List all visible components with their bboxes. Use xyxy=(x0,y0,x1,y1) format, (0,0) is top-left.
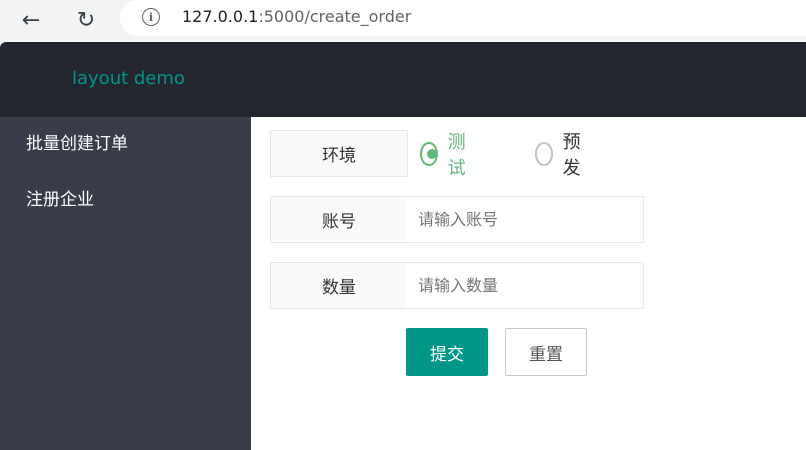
radio-label-staging[interactable]: 预发 xyxy=(563,128,587,180)
quantity-input[interactable] xyxy=(406,262,644,309)
account-input[interactable] xyxy=(406,196,644,243)
radio-label-test[interactable]: 测试 xyxy=(448,128,472,180)
account-label: 账号 xyxy=(270,196,408,243)
info-icon[interactable]: i xyxy=(142,8,160,26)
url-path: :5000/create_order xyxy=(258,7,412,26)
submit-button[interactable]: 提交 xyxy=(406,328,488,376)
browser-toolbar: ← ↻ i 127.0.0.1:5000/create_order xyxy=(0,0,806,42)
sidebar: 批量创建订单 注册企业 xyxy=(0,117,251,450)
environment-label: 环境 xyxy=(270,130,408,177)
radio-unchecked-icon[interactable] xyxy=(535,142,553,166)
radio-option-staging[interactable]: 预发 xyxy=(535,132,587,179)
radio-dot xyxy=(427,149,437,159)
app-header: layout demo xyxy=(0,42,806,117)
quantity-label: 数量 xyxy=(270,262,408,309)
sidebar-item-register-company[interactable]: 注册企业 xyxy=(26,189,94,211)
back-arrow-icon[interactable]: ← xyxy=(16,6,46,36)
reset-button[interactable]: 重置 xyxy=(505,328,587,376)
reload-icon[interactable]: ↻ xyxy=(71,6,101,36)
address-bar[interactable]: i 127.0.0.1:5000/create_order xyxy=(120,0,806,36)
url-host: 127.0.0.1 xyxy=(182,7,259,26)
account-row: 账号 xyxy=(270,196,644,243)
logo[interactable]: layout demo xyxy=(72,68,185,90)
main-content: 环境 测试 预发 账号 数量 提交 重置 xyxy=(251,117,806,450)
url-text[interactable]: 127.0.0.1:5000/create_order xyxy=(182,7,411,27)
quantity-row: 数量 xyxy=(270,262,644,309)
sidebar-item-batch-create-orders[interactable]: 批量创建订单 xyxy=(26,133,128,155)
radio-checked-icon[interactable] xyxy=(420,142,438,166)
radio-option-test[interactable]: 测试 xyxy=(420,132,472,179)
environment-row: 环境 测试 预发 xyxy=(270,130,790,179)
